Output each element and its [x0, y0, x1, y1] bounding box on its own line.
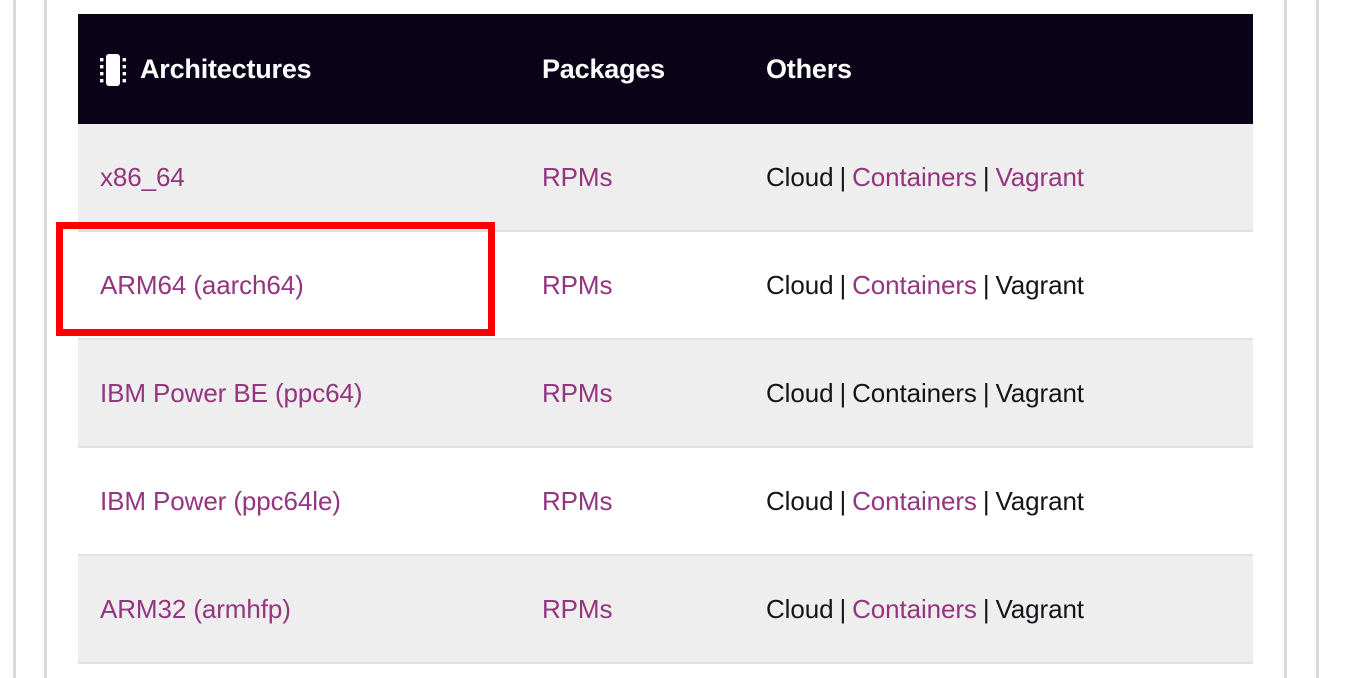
others-item-vagrant: Vagrant	[995, 377, 1085, 408]
page-guide-rule-right-outer	[1316, 0, 1319, 678]
architecture-link[interactable]: IBM Power (ppc64le)	[100, 486, 341, 516]
others-item-vagrant: Vagrant	[995, 593, 1085, 624]
others-separator: |	[982, 485, 990, 516]
architecture-link[interactable]: ARM32 (armhfp)	[100, 594, 291, 624]
others-separator: |	[982, 593, 990, 624]
page-root: Architectures Packages Others x86_64 RPMs…	[0, 0, 1354, 678]
cell-packages: RPMs	[530, 231, 752, 340]
others-separator: |	[839, 161, 847, 192]
cell-others: Cloud | Containers | Vagrant	[752, 231, 1253, 340]
table-row: x86_64 RPMs Cloud | Containers | Vagrant	[78, 124, 1253, 232]
column-header-architectures-label: Architectures	[140, 53, 312, 84]
others-separator: |	[982, 269, 990, 300]
column-header-others-label: Others	[766, 53, 852, 84]
packages-rpms-link[interactable]: RPMs	[542, 378, 612, 408]
others-item-vagrant[interactable]: Vagrant	[996, 162, 1085, 192]
cell-packages: RPMs	[530, 447, 752, 556]
cell-others: Cloud | Containers | Vagrant	[752, 339, 1253, 448]
cell-architecture: ARM64 (aarch64)	[78, 231, 530, 340]
others-item-vagrant: Vagrant	[995, 269, 1085, 300]
cell-packages: RPMs	[530, 339, 752, 448]
architecture-link[interactable]: x86_64	[100, 162, 185, 192]
column-header-others: Others	[752, 14, 1253, 124]
cell-others: Cloud | Containers | Vagrant	[752, 124, 1253, 232]
table-head: Architectures Packages Others	[78, 14, 1253, 124]
others-separator: |	[839, 377, 847, 408]
table-row: IBM Power (ppc64le) RPMs Cloud | Containers |…	[78, 447, 1253, 556]
architecture-link[interactable]: ARM64 (aarch64)	[100, 270, 304, 300]
others-item-cloud: Cloud	[766, 269, 834, 300]
cell-architecture: x86_64	[78, 124, 530, 232]
page-guide-rule-right-inner	[1284, 0, 1287, 678]
others-separator: |	[839, 485, 847, 516]
table-row: ARM64 (aarch64) RPMs Cloud | Containers | Vagr…	[78, 231, 1253, 340]
column-header-packages: Packages	[530, 14, 752, 124]
cell-others: Cloud | Containers | Vagrant	[752, 555, 1253, 664]
others-item-cloud: Cloud	[766, 161, 834, 192]
page-guide-rule-left-inner	[44, 0, 47, 678]
column-header-packages-label: Packages	[542, 53, 665, 84]
cell-others: Cloud | Containers | Vagrant	[752, 447, 1253, 556]
cell-architecture: ARM32 (armhfp)	[78, 555, 530, 664]
cell-packages: RPMs	[530, 124, 752, 232]
table-row: ARM32 (armhfp) RPMs Cloud | Containers | Vagra…	[78, 555, 1253, 664]
others-item-containers[interactable]: Containers	[852, 270, 977, 300]
packages-rpms-link[interactable]: RPMs	[542, 486, 612, 516]
column-header-architectures: Architectures	[78, 14, 530, 124]
others-item-cloud: Cloud	[766, 377, 834, 408]
others-item-containers: Containers	[852, 377, 977, 408]
others-item-cloud: Cloud	[766, 593, 834, 624]
table-header-row: Architectures Packages Others	[78, 14, 1253, 124]
cell-architecture: IBM Power BE (ppc64)	[78, 339, 530, 448]
packages-rpms-link[interactable]: RPMs	[542, 162, 612, 192]
architecture-link[interactable]: IBM Power BE (ppc64)	[100, 378, 363, 408]
table-body: x86_64 RPMs Cloud | Containers | Vagrant ARM64 …	[78, 124, 1253, 664]
table-row: IBM Power BE (ppc64) RPMs Cloud | Containers…	[78, 339, 1253, 448]
packages-rpms-link[interactable]: RPMs	[542, 270, 612, 300]
others-separator: |	[982, 377, 990, 408]
memory-chip-icon	[100, 53, 126, 87]
packages-rpms-link[interactable]: RPMs	[542, 594, 612, 624]
others-separator: |	[982, 161, 990, 192]
others-item-containers[interactable]: Containers	[852, 594, 977, 624]
others-separator: |	[839, 593, 847, 624]
architectures-table: Architectures Packages Others x86_64 RPMs…	[78, 14, 1253, 664]
page-guide-rule-left-outer	[13, 0, 16, 678]
others-item-containers[interactable]: Containers	[852, 162, 977, 192]
others-separator: |	[839, 269, 847, 300]
cell-packages: RPMs	[530, 555, 752, 664]
others-item-containers[interactable]: Containers	[852, 486, 977, 516]
others-item-vagrant: Vagrant	[995, 485, 1085, 516]
others-item-cloud: Cloud	[766, 485, 834, 516]
cell-architecture: IBM Power (ppc64le)	[78, 447, 530, 556]
